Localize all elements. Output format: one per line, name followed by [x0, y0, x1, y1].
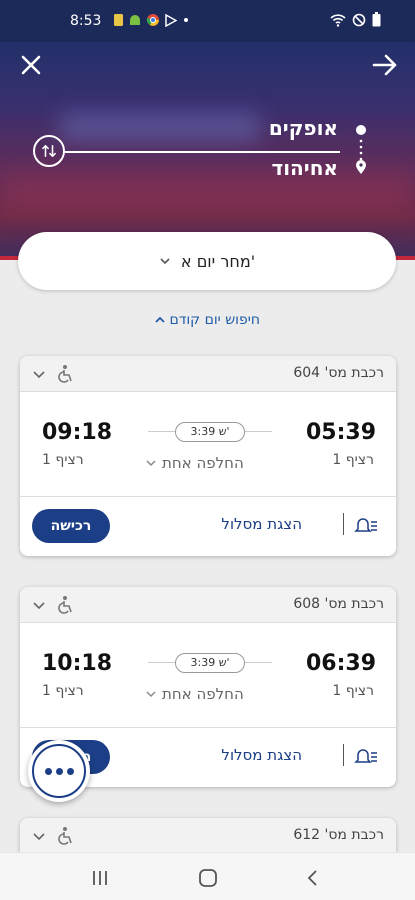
destination-station[interactable]: אחיהוד [271, 156, 338, 180]
chevron-down-icon [146, 691, 156, 698]
trip-duration: 3:39 ש' [175, 422, 245, 442]
buy-ticket-button[interactable]: רכישה [32, 509, 110, 543]
phone-icon [114, 14, 123, 26]
departure-time: 06:39 [305, 651, 376, 676]
train-number: רכבת מס' 604 [293, 365, 384, 381]
notification-icons [113, 13, 191, 27]
origin-station[interactable]: אופקים [269, 116, 338, 140]
expand-chevron-icon[interactable] [32, 368, 46, 380]
previous-day-label: חיפוש יום קודם [169, 312, 261, 328]
changes-label: החלפה אחת [162, 685, 244, 703]
more-dots-icon [32, 744, 86, 798]
train-number: רכבת מס' 608 [293, 596, 384, 612]
home-icon[interactable] [198, 868, 218, 888]
arrival-time: 09:18 [42, 420, 113, 445]
search-previous-day-link[interactable]: חיפוש יום קודם [0, 312, 415, 328]
train-number: רכבת מס' 612 [293, 827, 384, 843]
back-icon[interactable] [305, 869, 321, 887]
status-time: 8:53 [70, 13, 102, 29]
expand-chevron-icon[interactable] [32, 830, 46, 842]
changes-label: החלפה אחת [162, 454, 244, 472]
expand-chevron-icon[interactable] [32, 599, 46, 611]
arrow-forward-icon[interactable] [371, 52, 399, 78]
chrome-icon [146, 14, 159, 26]
do-not-disturb-icon [352, 13, 366, 26]
route-divider [65, 151, 340, 153]
departure-platform: רציף 1 [332, 683, 374, 699]
play-icon [165, 13, 177, 27]
accessibility-icon [58, 365, 72, 383]
date-selector[interactable]: מחר יום א' [18, 232, 396, 290]
notification-bell-icon[interactable] [354, 746, 378, 766]
arrival-platform: רציף 1 [42, 452, 84, 468]
route-path-icon [356, 125, 366, 174]
accessibility-icon [58, 827, 72, 845]
chevron-up-icon [155, 316, 165, 323]
show-route-link[interactable]: הצגת מסלול [221, 746, 302, 764]
android-icon [130, 15, 140, 25]
accessibility-icon [58, 596, 72, 614]
close-icon[interactable] [18, 52, 44, 78]
dot-icon [184, 18, 188, 22]
changes-toggle[interactable]: החלפה אחת [146, 454, 244, 472]
changes-toggle[interactable]: החלפה אחת [146, 685, 244, 703]
trip-duration: 3:39 ש' [175, 653, 245, 673]
status-bar: 8:53 [0, 0, 415, 42]
date-label: מחר יום א' [180, 251, 256, 271]
chevron-down-icon [146, 460, 156, 467]
system-icons [330, 12, 381, 27]
swap-stations-icon[interactable] [33, 135, 65, 167]
arrival-time: 10:18 [42, 651, 113, 676]
recent-apps-icon[interactable] [90, 869, 110, 887]
chevron-down-icon [160, 258, 170, 265]
wifi-icon [330, 13, 346, 27]
route-header: אופקים אחיהוד [0, 42, 415, 260]
more-options-button[interactable] [28, 740, 90, 802]
departure-platform: רציף 1 [332, 452, 374, 468]
show-route-link[interactable]: הצגת מסלול [221, 515, 302, 533]
train-card[interactable]: רכבת מס' 604 05:39 09:18 רציף 1 רציף 1 3… [20, 356, 396, 556]
departure-time: 05:39 [305, 420, 376, 445]
notification-bell-icon[interactable] [354, 515, 378, 535]
battery-icon [372, 12, 381, 27]
arrival-platform: רציף 1 [42, 683, 84, 699]
system-nav-bar [0, 852, 415, 900]
